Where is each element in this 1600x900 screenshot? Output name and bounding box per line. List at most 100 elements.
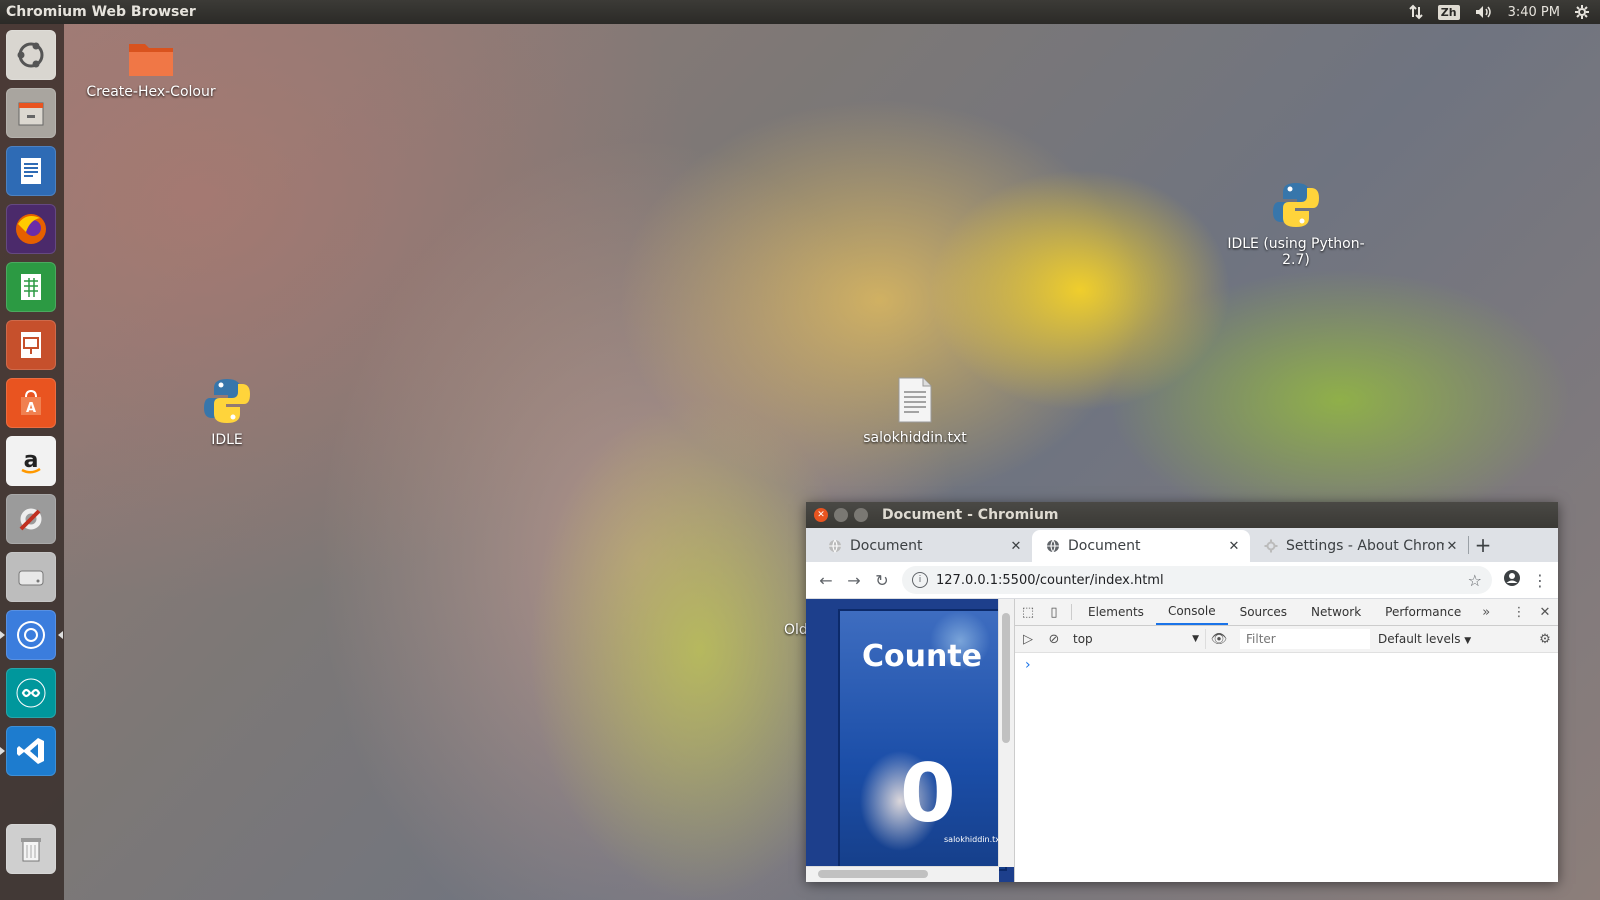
- desktop-icon-folder[interactable]: Create-Hex-Colour: [84, 38, 218, 100]
- counter-title: Counte: [862, 639, 983, 674]
- page-vertical-scrollbar[interactable]: [998, 599, 1014, 867]
- active-app-title: Chromium Web Browser: [6, 4, 196, 20]
- devtools-tabbar: ⬚ ▯ Elements Console Sources Network Per…: [1015, 599, 1558, 626]
- files-icon[interactable]: [6, 88, 56, 138]
- devtools-tab-performance[interactable]: Performance: [1373, 599, 1473, 625]
- arduino-icon[interactable]: [6, 668, 56, 718]
- minimize-window-icon[interactable]: [834, 508, 848, 522]
- menu-kebab-icon[interactable]: ⋮: [1526, 571, 1554, 590]
- tab-document-1[interactable]: Document ✕: [814, 530, 1032, 562]
- volume-icon[interactable]: [1474, 4, 1494, 20]
- scrollbar-thumb[interactable]: [1002, 613, 1010, 743]
- clock[interactable]: 3:40 PM: [1508, 5, 1560, 20]
- launcher: A a: [0, 24, 64, 900]
- tab-label: Document: [850, 538, 923, 554]
- tab-document-2[interactable]: Document ✕: [1032, 530, 1250, 562]
- tab-label: Document: [1068, 538, 1141, 554]
- software-center-icon[interactable]: A: [6, 378, 56, 428]
- sidebar-toggle-icon[interactable]: ▷: [1015, 632, 1041, 647]
- scrollbar-thumb[interactable]: [818, 870, 928, 878]
- vscode-icon[interactable]: [6, 726, 56, 776]
- tab-settings[interactable]: Settings - About Chrom ✕: [1250, 530, 1468, 562]
- eye-icon[interactable]: 👁: [1206, 632, 1232, 647]
- console-settings-icon[interactable]: ⚙: [1532, 632, 1558, 647]
- devtools-tab-elements[interactable]: Elements: [1076, 599, 1156, 625]
- tab-strip: Document ✕ Document ✕ Settings - About C…: [806, 528, 1558, 562]
- chevron-down-icon: ▼: [1464, 636, 1472, 646]
- desktop-icon-label: IDLE: [211, 432, 243, 448]
- svg-text:A: A: [26, 401, 36, 416]
- focused-indicator: [58, 631, 63, 639]
- ubuntu-dash-icon[interactable]: [6, 30, 56, 80]
- python-icon: [190, 376, 264, 430]
- settings-gear-icon: [1264, 539, 1278, 553]
- chromium-window: ✕ Document - Chromium Document ✕ Documen…: [806, 502, 1558, 882]
- top-panel: Chromium Web Browser Zh 3:40 PM: [0, 0, 1600, 24]
- forward-icon[interactable]: →: [840, 571, 868, 590]
- tab-close-icon[interactable]: ✕: [1008, 539, 1024, 554]
- back-icon[interactable]: ←: [812, 571, 840, 590]
- desktop-icon-label: salokhiddin.txt: [863, 430, 967, 446]
- amazon-icon[interactable]: a: [6, 436, 56, 486]
- window-title: Document - Chromium: [882, 507, 1059, 523]
- close-devtools-icon[interactable]: ✕: [1532, 605, 1558, 620]
- firefox-icon[interactable]: [6, 204, 56, 254]
- keyboard-layout-indicator[interactable]: Zh: [1437, 4, 1460, 20]
- devtools-menu-icon[interactable]: ⋮: [1506, 605, 1532, 620]
- url-text[interactable]: 127.0.0.1:5500/counter/index.html: [936, 573, 1164, 588]
- page-viewport: Counte 0 salokhiddin.tx: [806, 599, 1014, 882]
- context-select[interactable]: top ▼: [1067, 629, 1206, 649]
- devtools-tab-console[interactable]: Console: [1155, 599, 1228, 625]
- context-value: top: [1073, 632, 1093, 646]
- browser-toolbar: ← → ↻ i 127.0.0.1:5500/counter/index.htm…: [806, 562, 1558, 599]
- folder-icon: [84, 38, 218, 82]
- desktop-icon-label: IDLE (using Python-2.7): [1227, 236, 1365, 268]
- console-filter-input[interactable]: [1240, 629, 1370, 649]
- devtools-panel: ⬚ ▯ Elements Console Sources Network Per…: [1014, 599, 1558, 882]
- system-settings-icon[interactable]: [6, 494, 56, 544]
- site-info-icon[interactable]: i: [912, 572, 928, 588]
- address-bar[interactable]: i 127.0.0.1:5500/counter/index.html ☆: [902, 566, 1492, 594]
- tab-close-icon[interactable]: ✕: [1226, 539, 1242, 554]
- desktop-icon-txt[interactable]: salokhiddin.txt: [856, 376, 974, 446]
- more-tabs-icon[interactable]: »: [1473, 605, 1499, 620]
- console-prompt[interactable]: ›: [1025, 657, 1558, 673]
- close-window-icon[interactable]: ✕: [814, 508, 828, 522]
- log-levels-dropdown[interactable]: Default levels ▼: [1378, 632, 1471, 646]
- desktop-icon-label: Create-Hex-Colour: [86, 84, 216, 100]
- divider: [1071, 604, 1072, 620]
- page-horizontal-scrollbar[interactable]: [806, 866, 999, 882]
- reload-icon[interactable]: ↻: [868, 571, 896, 590]
- profile-icon[interactable]: [1498, 569, 1526, 591]
- counter-value: 0: [900, 747, 956, 840]
- devtools-tab-network[interactable]: Network: [1299, 599, 1373, 625]
- device-toolbar-icon[interactable]: ▯: [1041, 605, 1067, 620]
- system-gear-icon[interactable]: [1574, 4, 1590, 20]
- desktop-icon-idle[interactable]: IDLE: [190, 376, 264, 448]
- chromium-icon[interactable]: [6, 610, 56, 660]
- libreoffice-calc-icon[interactable]: [6, 262, 56, 312]
- libreoffice-impress-icon[interactable]: [6, 320, 56, 370]
- tab-close-icon[interactable]: ✕: [1444, 539, 1460, 554]
- console-toolbar: ▷ ⊘ top ▼ 👁 Default levels ▼ ⚙: [1015, 626, 1558, 653]
- clear-console-icon[interactable]: ⊘: [1041, 632, 1067, 647]
- window-titlebar[interactable]: ✕ Document - Chromium: [806, 502, 1558, 528]
- log-levels-label: Default levels: [1378, 632, 1461, 646]
- libreoffice-writer-icon[interactable]: [6, 146, 56, 196]
- disk-icon[interactable]: [6, 552, 56, 602]
- desktop-icon-label-partial[interactable]: Old: [784, 622, 808, 638]
- desktop-icon-idle27[interactable]: IDLE (using Python-2.7): [1222, 180, 1370, 268]
- network-updown-icon[interactable]: [1408, 4, 1424, 20]
- svg-text:a: a: [24, 448, 39, 473]
- content-area: Counte 0 salokhiddin.tx ⬚ ▯ Elements Con…: [806, 599, 1558, 882]
- page-watermark: salokhiddin.tx: [944, 835, 1000, 844]
- running-indicator: [0, 747, 5, 755]
- python-icon: [1222, 180, 1370, 234]
- inspect-element-icon[interactable]: ⬚: [1015, 605, 1041, 620]
- new-tab-button[interactable]: +: [1469, 533, 1497, 557]
- bookmark-star-icon[interactable]: ☆: [1468, 571, 1482, 590]
- devtools-tab-sources[interactable]: Sources: [1228, 599, 1299, 625]
- globe-icon: [1047, 539, 1059, 553]
- maximize-window-icon[interactable]: [854, 508, 868, 522]
- trash-icon[interactable]: [6, 824, 56, 874]
